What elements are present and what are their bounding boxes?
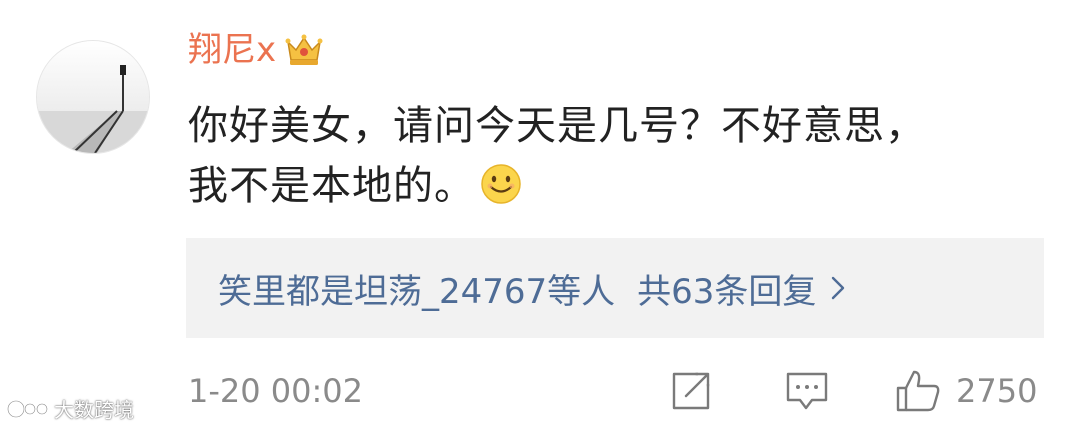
crown-icon[interactable] bbox=[284, 32, 324, 68]
comment-timestamp: 1-20 00:02 bbox=[188, 372, 364, 410]
watermark: 大数跨境 bbox=[6, 394, 134, 423]
comment-header: 翔尼x bbox=[188, 26, 324, 74]
avatar-railway-image bbox=[37, 41, 149, 153]
comment-button[interactable] bbox=[784, 366, 830, 416]
comment-line-1: 你好美女，请问今天是几号？不好意思， bbox=[188, 103, 926, 149]
comment-footer: 1-20 00:02 2750 bbox=[188, 366, 1048, 416]
replies-preview[interactable]: 笑里都是坦荡_24767等人 共63条回复 bbox=[186, 238, 1044, 338]
like-count: 2750 bbox=[956, 372, 1038, 410]
like-button[interactable]: 2750 bbox=[894, 366, 1037, 416]
reply-count-link[interactable]: 共63条回复 bbox=[637, 264, 816, 313]
smile-emoji-icon bbox=[481, 164, 521, 204]
watermark-text: 大数跨境 bbox=[54, 398, 134, 422]
comment-icon bbox=[786, 372, 828, 410]
comment-line-2: 我不是本地的。 bbox=[188, 156, 1038, 216]
reply-users-link[interactable]: 笑里都是坦荡_24767等人 bbox=[218, 264, 615, 313]
chevron-right-icon[interactable] bbox=[830, 275, 846, 301]
comment-text: 你好美女，请问今天是几号？不好意思， 我不是本地的。 bbox=[188, 96, 1038, 216]
thumbs-up-icon bbox=[896, 370, 940, 412]
user-avatar[interactable] bbox=[36, 40, 150, 154]
comment-line-2-text: 我不是本地的。 bbox=[188, 163, 475, 209]
share-icon bbox=[672, 372, 710, 410]
share-button[interactable] bbox=[668, 366, 714, 416]
watermark-logo-icon bbox=[7, 399, 48, 418]
username[interactable]: 翔尼x bbox=[188, 33, 276, 67]
